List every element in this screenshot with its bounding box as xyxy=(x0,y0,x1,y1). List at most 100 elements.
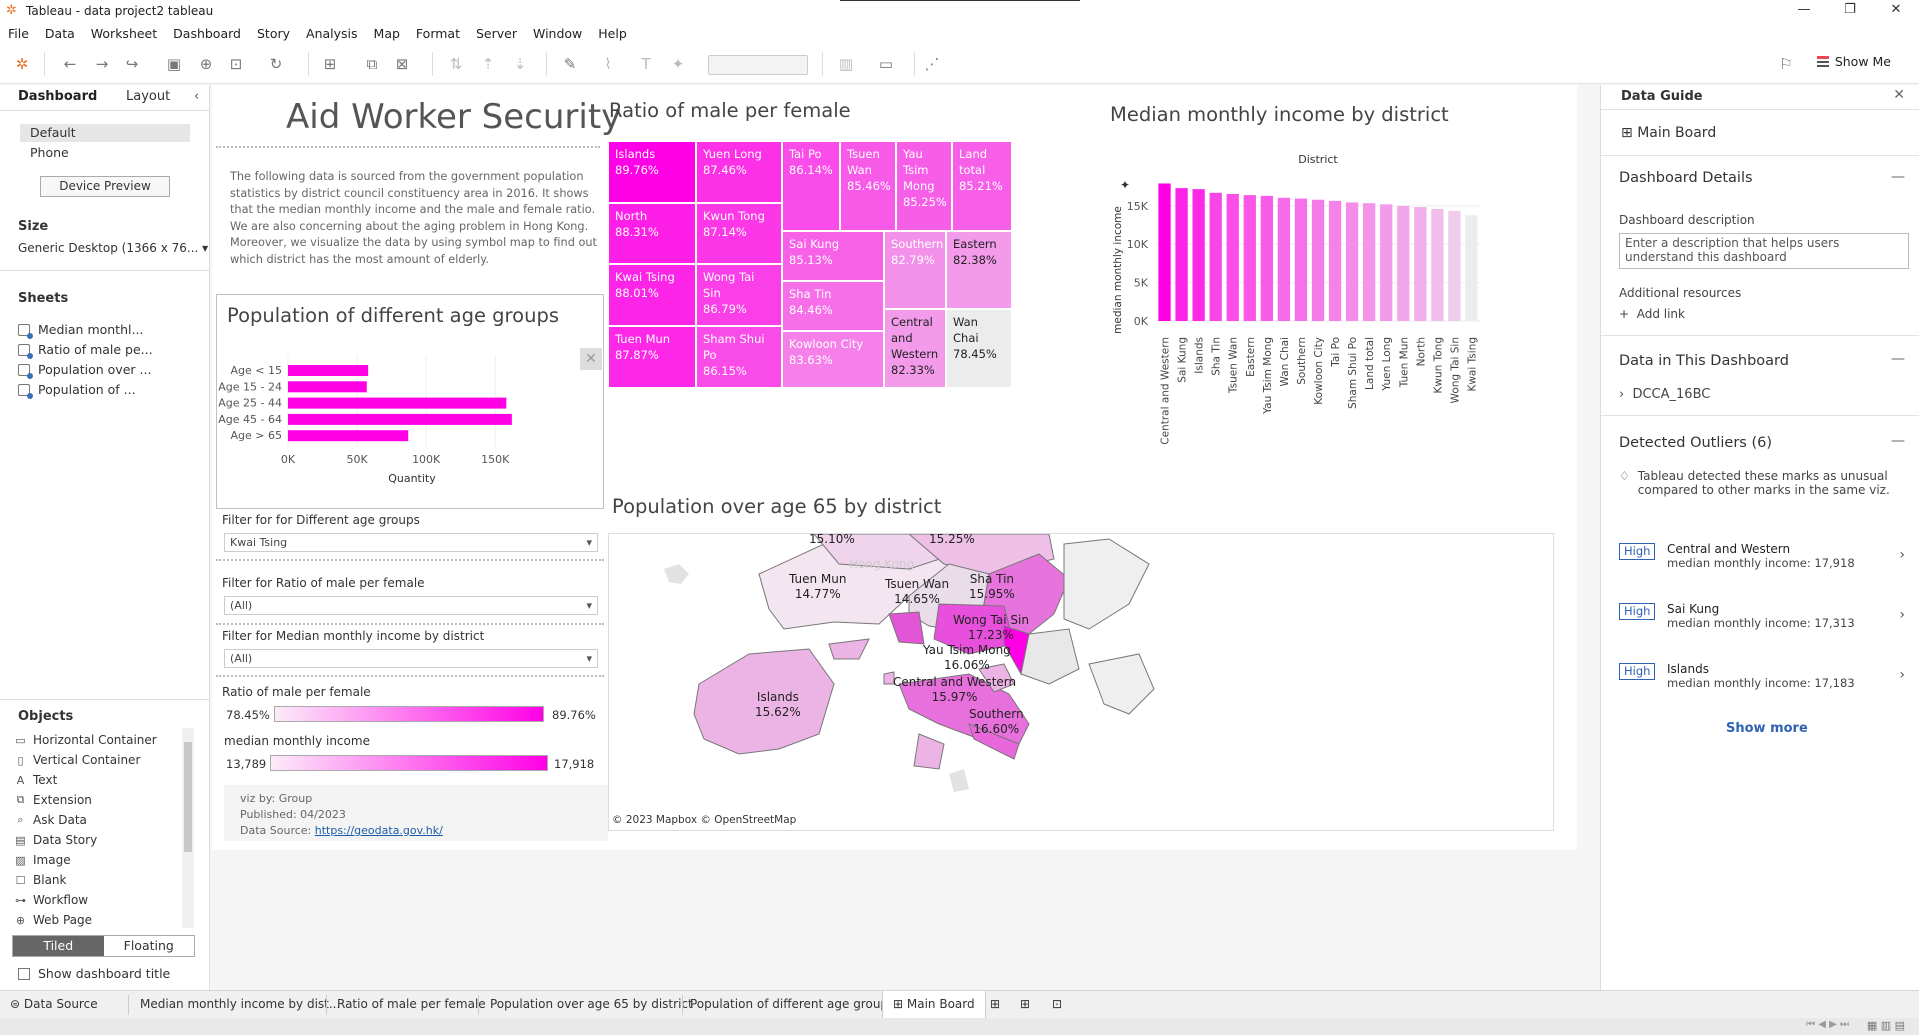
sheet-item[interactable]: Population of ... xyxy=(18,382,136,399)
bar[interactable] xyxy=(1465,215,1478,321)
tab-main-board[interactable]: ⊞ Main Board xyxy=(882,991,986,1019)
bar[interactable] xyxy=(1448,210,1461,321)
tab-dashboard[interactable]: Dashboard xyxy=(18,89,97,104)
credit-source-link[interactable]: https://geodata.gov.hk/ xyxy=(315,824,443,837)
treemap-cell[interactable]: Wan Chai 78.45% xyxy=(946,309,1012,388)
floating-button[interactable]: Floating xyxy=(104,936,195,956)
device-phone[interactable]: Phone xyxy=(20,144,190,162)
redo-icon[interactable]: → xyxy=(92,54,112,74)
filter3-select[interactable]: (All) xyxy=(224,649,598,668)
tab-sheet[interactable]: Population over age 65 by district xyxy=(490,997,693,1011)
size-dropdown[interactable]: Generic Desktop (1366 x 76... ▾ xyxy=(18,241,208,255)
sort-descending-icon[interactable]: ⇣ xyxy=(510,54,530,74)
object-workflow[interactable]: ⊶ Workflow xyxy=(14,893,88,907)
menu-worksheet[interactable]: Worksheet xyxy=(91,26,157,41)
group-icon[interactable]: ⌇ xyxy=(598,54,618,74)
show-cards-icon[interactable]: ▥ xyxy=(836,54,856,74)
treemap-cell[interactable]: Wong Tai Sin 86.79% xyxy=(696,264,782,326)
outlier-item[interactable]: High Sai Kung median monthly income: 17,… xyxy=(1619,601,1909,639)
bar[interactable] xyxy=(288,430,409,442)
tab-sheet[interactable]: Ratio of male per female xyxy=(337,997,486,1011)
menu-dashboard[interactable]: Dashboard xyxy=(173,26,241,41)
menu-window[interactable]: Window xyxy=(533,26,582,41)
object-horizontal-container[interactable]: ▭ Horizontal Container xyxy=(14,733,156,747)
new-sheet-icon[interactable]: ⊞ xyxy=(320,54,340,74)
main-board-link[interactable]: ⊞ Main Board xyxy=(1621,125,1716,141)
bar[interactable] xyxy=(1363,203,1376,321)
close-window-icon[interactable]: ✕ xyxy=(1873,0,1919,22)
tab-layout[interactable]: Layout xyxy=(126,89,170,104)
view-toggle-icons[interactable]: ▦ ▥ ▤ xyxy=(1867,1019,1905,1032)
pause-updates-icon[interactable]: ⊡ xyxy=(226,54,246,74)
fit-dropdown[interactable] xyxy=(708,55,808,75)
outlier-item[interactable]: High Islands median monthly income: 17,1… xyxy=(1619,661,1909,699)
bar[interactable] xyxy=(1260,195,1273,321)
description-textarea[interactable]: Enter a description that helps users und… xyxy=(1619,233,1909,269)
treemap-cell[interactable]: Sham Shui Po 86.15% xyxy=(696,326,782,388)
object-image[interactable]: ▨ Image xyxy=(14,853,70,867)
undo-icon[interactable]: ← xyxy=(60,54,80,74)
menu-server[interactable]: Server xyxy=(476,26,517,41)
menu-map[interactable]: Map xyxy=(374,26,400,41)
object-text[interactable]: A Text xyxy=(14,773,58,787)
new-story-icon[interactable]: ⊡ xyxy=(1052,997,1062,1011)
menu-data[interactable]: Data xyxy=(45,26,75,41)
bar[interactable] xyxy=(1243,195,1256,321)
collapse-icon[interactable]: — xyxy=(1891,351,1905,367)
tableau-home-icon[interactable]: ✲ xyxy=(12,54,32,74)
menu-story[interactable]: Story xyxy=(257,26,290,41)
bar[interactable] xyxy=(1311,199,1325,321)
pin-icon[interactable]: ✦ xyxy=(668,54,688,74)
district-map[interactable]: 15.10% 15.25% Hong Kong Tuen Mun 14.77% T… xyxy=(608,533,1554,831)
bar[interactable] xyxy=(1431,208,1444,321)
bar[interactable] xyxy=(1209,192,1222,321)
treemap-cell[interactable]: Yuen Long 87.46% xyxy=(696,141,782,203)
menu-format[interactable]: Format xyxy=(416,26,460,41)
bar[interactable] xyxy=(288,381,367,393)
bar[interactable] xyxy=(1175,188,1188,321)
new-worksheet-icon[interactable]: ⊞ xyxy=(990,997,1000,1011)
treemap-cell[interactable]: Tuen Mun 87.87% xyxy=(608,326,696,388)
device-default[interactable]: Default xyxy=(20,124,190,142)
menu-help[interactable]: Help xyxy=(598,26,627,41)
bar[interactable] xyxy=(1192,189,1205,321)
object-ask-data[interactable]: ⌕ Ask Data xyxy=(14,813,86,827)
clear-sheet-icon[interactable]: ⊠ xyxy=(392,54,412,74)
treemap-cell[interactable]: Southern 82.79% xyxy=(884,231,946,309)
treemap-cell[interactable]: Kwai Tsing 88.01% xyxy=(608,264,696,326)
bar[interactable] xyxy=(1345,202,1359,321)
new-dashboard-icon[interactable]: ⊞ xyxy=(1020,997,1030,1011)
object-vertical-container[interactable]: ▯ Vertical Container xyxy=(14,753,140,767)
filter2-select[interactable]: (All) xyxy=(224,596,598,615)
restore-icon[interactable]: ❐ xyxy=(1827,0,1873,22)
treemap-cell[interactable]: Yau Tsim Mong 85.25% xyxy=(896,141,952,231)
show-more-link[interactable]: Show more xyxy=(1726,721,1808,736)
collapse-icon[interactable]: — xyxy=(1891,433,1905,449)
outlier-item[interactable]: High Central and Western median monthly … xyxy=(1619,541,1909,579)
pin-icon[interactable]: ✦ xyxy=(1120,178,1130,192)
share-icon[interactable]: ⋰ xyxy=(922,54,942,74)
presentation-mode-icon[interactable]: ▭ xyxy=(876,54,896,74)
treemap-cell[interactable]: Kwun Tong 87.14% xyxy=(696,203,782,264)
replay-icon[interactable]: ↪ xyxy=(122,54,142,74)
collapse-pane-icon[interactable]: ‹ xyxy=(194,89,199,104)
treemap-cell[interactable]: Sai Kung 85.13% xyxy=(782,231,884,281)
scroll-thumb[interactable] xyxy=(184,742,192,852)
save-icon[interactable]: ▣ xyxy=(164,54,184,74)
swap-icon[interactable]: ⇅ xyxy=(446,54,466,74)
filter1-select[interactable]: Kwai Tsing xyxy=(224,533,598,552)
bar[interactable] xyxy=(1397,205,1410,321)
datasource-item[interactable]: › DCCA_16BC xyxy=(1619,387,1710,402)
sheet-item[interactable]: Population over ... xyxy=(18,362,151,379)
close-icon[interactable]: ✕ xyxy=(1893,87,1905,103)
bar[interactable] xyxy=(1380,204,1393,321)
object-data-story[interactable]: ▤ Data Story xyxy=(14,833,97,847)
treemap-cell[interactable]: Eastern 82.38% xyxy=(946,231,1012,309)
treemap-cell[interactable]: Central and Western 82.33% xyxy=(884,309,946,388)
bar[interactable] xyxy=(288,397,507,409)
bar[interactable] xyxy=(1328,200,1342,321)
device-preview-button[interactable]: Device Preview xyxy=(40,176,170,197)
bar[interactable] xyxy=(1226,193,1239,321)
bar[interactable] xyxy=(1414,207,1427,321)
collapse-icon[interactable]: — xyxy=(1891,169,1905,185)
